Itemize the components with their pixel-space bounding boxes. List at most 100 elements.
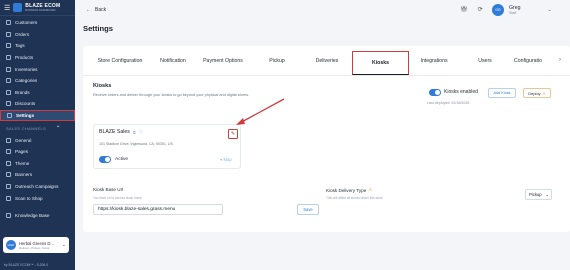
delivery-type-label: Kiosk Delivery Type ⚠: [326, 187, 372, 193]
sidebar-item-theme[interactable]: Theme: [0, 158, 75, 170]
back-label: Back: [95, 7, 107, 13]
tab-integrations[interactable]: Integrations: [411, 46, 457, 76]
kiosk-active-toggle[interactable]: Active: [99, 156, 128, 163]
sidebar-item-discounts[interactable]: Discounts: [0, 98, 75, 110]
edit-icon[interactable]: ✎: [228, 129, 238, 139]
sidebar-item-scan-to-shop[interactable]: Scan to Shop: [0, 192, 75, 204]
map-link[interactable]: ⌖ Map: [220, 157, 232, 162]
chevron-down-icon: ⌄: [545, 192, 549, 197]
brand: ☰ BLAZE ECOM BUSINESS DASHBOARD: [0, 0, 75, 16]
kiosks-description: Receive orders and deliver through your …: [93, 93, 250, 97]
sidebar-item-categories[interactable]: Categories: [0, 75, 75, 87]
sidebar-item-banners[interactable]: Banners: [0, 169, 75, 181]
back-button[interactable]: ← Back: [86, 7, 106, 13]
store-name: Herbal Greens D...: [19, 240, 54, 246]
menu-icon[interactable]: ☰: [4, 4, 10, 12]
sidebar-item-products[interactable]: Products: [0, 52, 75, 64]
tab-store-configuration[interactable]: Store Configuration: [87, 46, 153, 76]
sidebar-item-customers[interactable]: Customers: [0, 17, 75, 29]
category-icon: [6, 78, 11, 84]
sidebar-item-label: Pages: [15, 149, 29, 155]
kiosks-enabled-label: Kiosks enabled: [444, 89, 478, 96]
tab-payment-options[interactable]: Payment Options: [195, 46, 251, 76]
chevron-down-icon: ⌄: [61, 242, 66, 248]
box-icon: [6, 55, 11, 61]
sidebar-item-label: Knowledge Base: [15, 213, 50, 219]
base-url-label-text: Kiosk Base Url: [93, 187, 124, 192]
tab-kiosks[interactable]: Kiosks: [352, 51, 409, 75]
sidebar-item-pages[interactable]: Pages: [0, 146, 75, 158]
store-switcher[interactable]: HGD Herbal Greens D... Delivery, Pickup,…: [3, 237, 69, 253]
sidebar-item-inventories[interactable]: Inventories: [0, 63, 75, 75]
sales-channels-header[interactable]: SALES CHANNELS ⌃: [0, 122, 75, 134]
tab-users[interactable]: Users: [463, 46, 507, 76]
sidebar-item-outreach[interactable]: Outreach Campaigns: [0, 181, 75, 193]
kiosks-title: Kiosks: [93, 83, 112, 89]
version-footer: by BLAZE ECOM™ - 5.206.0: [4, 263, 49, 267]
tab-notification[interactable]: Notification: [153, 46, 193, 76]
sidebar-item-tags[interactable]: Tags: [0, 40, 75, 52]
delivery-type-hint: This will affect all kiosks under this s…: [326, 196, 383, 200]
sidebar-item-label: Theme: [15, 160, 30, 166]
sidebar-item-general[interactable]: General: [0, 134, 75, 146]
sidebar-item-label: Products: [15, 55, 34, 61]
sidebar-item-label: Categories: [15, 78, 38, 84]
inventory-icon: [6, 66, 11, 72]
settings-panel: Store Configuration Notification Payment…: [83, 46, 570, 232]
info-icon[interactable]: ⓘ: [139, 129, 143, 135]
sidebar-item-settings[interactable]: Settings: [0, 109, 75, 122]
sidebar-item-label: Inventories: [15, 66, 38, 72]
save-button[interactable]: Save: [297, 204, 319, 215]
brand-logo-icon: [13, 3, 23, 12]
toggle-switch[interactable]: [99, 156, 111, 163]
chevron-right-icon[interactable]: ›: [559, 57, 561, 63]
kiosk-status-label: Active: [115, 156, 129, 162]
sidebar-item-label: Settings: [16, 113, 35, 119]
gear-icon: [7, 113, 12, 119]
qr-icon: [6, 195, 11, 201]
users-icon: [6, 20, 11, 26]
store-meta: Delivery, Pickup, Kiosk: [19, 245, 50, 250]
tab-pickup[interactable]: Pickup: [253, 46, 301, 76]
delivery-type-select[interactable]: Pickup ⌄: [525, 189, 552, 200]
sidebar: ☰ BLAZE ECOM BUSINESS DASHBOARD Customer…: [0, 0, 75, 270]
base-url-input[interactable]: https://kiosk.blaze-sales.grass.menu: [93, 204, 223, 215]
last-deployed: Last deployed: 02/18/2026: [427, 101, 470, 105]
map-label: Map: [223, 157, 232, 162]
kiosks-enabled-toggle[interactable]: Kiosks enabled: [429, 89, 478, 96]
tab-deliveries[interactable]: Deliveries: [303, 46, 351, 76]
user-menu[interactable]: GR Greg Staff ⌄: [492, 4, 552, 16]
main-content: ← Back 🎁︎ ⟳ GR Greg Staff ⌄ Settings Stor…: [75, 0, 570, 270]
page-title: Settings: [83, 24, 113, 33]
delivery-type-label-text: Kiosk Delivery Type: [326, 187, 367, 193]
tab-configuration[interactable]: Configuratio: [514, 46, 558, 76]
sidebar-item-knowledge-base[interactable]: Knowledge Base: [0, 210, 75, 222]
kiosk-name-row: BLAZE Sales ⧉ ⓘ: [99, 129, 143, 135]
help-icon: [6, 213, 11, 219]
warning-icon: ⚠: [542, 90, 546, 96]
gift-icon[interactable]: 🎁︎: [460, 6, 468, 13]
add-kiosk-button[interactable]: Add Kiosk: [488, 88, 516, 98]
refresh-icon[interactable]: ⟳: [478, 6, 483, 13]
section-label: SALES CHANNELS: [6, 125, 46, 131]
settings-tabs: Store Configuration Notification Payment…: [83, 46, 570, 76]
sidebar-item-orders[interactable]: Orders: [0, 29, 75, 41]
sidebar-nav: Customers Orders Tags Products Inventori…: [0, 16, 75, 222]
sidebar-item-label: Discounts: [15, 101, 36, 107]
user-role: Staff: [509, 10, 517, 15]
store-avatar: HGD: [6, 240, 16, 250]
sidebar-item-label: Outreach Campaigns: [15, 184, 59, 190]
orders-icon: [6, 31, 11, 37]
sidebar-item-brands[interactable]: Brands: [0, 87, 75, 99]
brand-subtitle: BUSINESS DASHBOARD: [25, 8, 56, 12]
toggle-switch[interactable]: [429, 89, 441, 96]
deploy-button[interactable]: Deploy ⚠: [523, 88, 551, 98]
sidebar-item-label: Scan to Shop: [15, 195, 43, 201]
external-link-icon[interactable]: ⧉: [133, 130, 136, 135]
user-name: Greg: [509, 4, 521, 11]
deploy-label: Deploy: [528, 90, 541, 96]
sidebar-item-label: Brands: [15, 89, 30, 95]
brand-title: BLAZE ECOM: [25, 2, 61, 9]
kiosk-card[interactable]: BLAZE Sales ⧉ ⓘ ✎ 101 Stadium Drive, Ing…: [93, 124, 241, 169]
sidebar-item-label: General: [15, 137, 32, 143]
